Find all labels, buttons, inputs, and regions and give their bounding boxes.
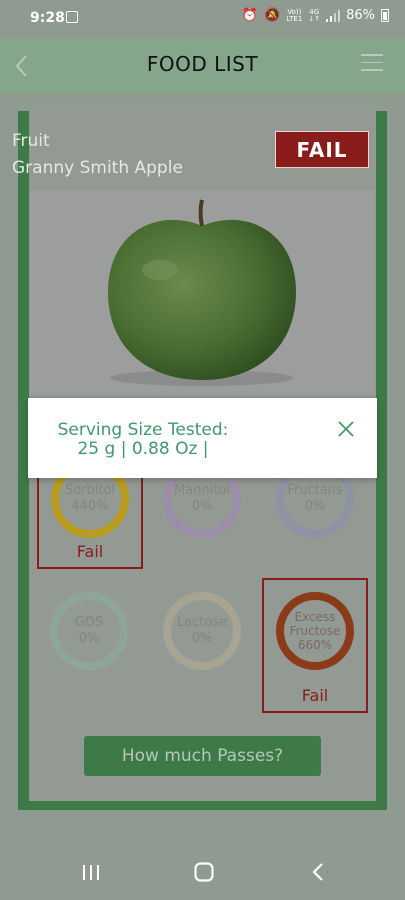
nutrient-lactose: Lactose 0% xyxy=(163,592,241,670)
result-badge: FAIL xyxy=(275,131,369,168)
nutrient-label: Fructans xyxy=(287,483,343,498)
close-icon[interactable] xyxy=(337,420,355,438)
nutrient-label: Sorbitol xyxy=(64,483,116,498)
serving-size-value: 25 g | 0.88 Oz | xyxy=(77,439,209,459)
nutrient-value: 440% xyxy=(71,499,109,514)
nutrient-value: 0% xyxy=(191,499,213,514)
dialog-title: Serving Size Tested: xyxy=(57,420,229,440)
mute-icon: 🔕 xyxy=(264,8,281,23)
nutrient-label: Lactose xyxy=(176,615,228,630)
nutrient-value: 0% xyxy=(304,499,326,514)
food-name: Granny Smith Apple xyxy=(12,158,183,178)
food-image xyxy=(30,190,375,395)
system-nav-bar xyxy=(0,845,405,900)
nutrient-label-line2: Fructose xyxy=(289,624,341,638)
volte-line2: LTE1 xyxy=(286,14,303,23)
volte-indicator: Vo)) LTE1 xyxy=(286,8,303,23)
nutrient-label: GOS xyxy=(74,615,104,630)
status-time: 9:28 xyxy=(30,10,65,26)
nutrient-value: 0% xyxy=(191,631,213,646)
network-line2: ↓↑ xyxy=(308,14,321,23)
menu-icon[interactable] xyxy=(361,54,383,72)
alarm-icon: ⏰ xyxy=(241,8,259,23)
food-category: Fruit xyxy=(12,131,50,151)
status-icons: ⏰ 🔕 Vo)) LTE1 4G ↓↑ 86% xyxy=(242,8,389,23)
nutrient-value: 660% xyxy=(297,638,333,652)
network-indicator: 4G ↓↑ xyxy=(308,8,321,23)
battery-icon xyxy=(381,9,389,22)
sorbitol-status: Fail xyxy=(76,542,104,561)
serving-size-dialog: Serving Size Tested: 25 g | 0.88 Oz | xyxy=(28,398,377,478)
recent-apps-icon[interactable] xyxy=(82,864,100,881)
nutrient-gos: GOS 0% xyxy=(50,592,128,670)
back-icon[interactable] xyxy=(311,862,325,882)
nutrient-label-line1: Excess xyxy=(294,610,336,624)
image-notification-icon xyxy=(66,11,78,23)
nutrient-value: 0% xyxy=(78,631,100,646)
status-bar: 9:28 ⏰ 🔕 Vo)) LTE1 4G ↓↑ 86% xyxy=(0,0,405,38)
battery-percent: 86% xyxy=(346,8,375,23)
apple-image xyxy=(108,199,296,386)
how-much-passes-button[interactable]: How much Passes? xyxy=(84,736,321,776)
app-header: FOOD LIST xyxy=(0,38,405,94)
excess-fructose-status: Fail xyxy=(301,686,329,705)
home-icon[interactable] xyxy=(194,862,214,882)
page-title: FOOD LIST xyxy=(146,52,259,76)
signal-icon xyxy=(326,9,341,22)
nutrient-excess-fructose: Excess Fructose 660% xyxy=(276,592,354,670)
nutrient-label: Mannitol xyxy=(174,483,230,498)
